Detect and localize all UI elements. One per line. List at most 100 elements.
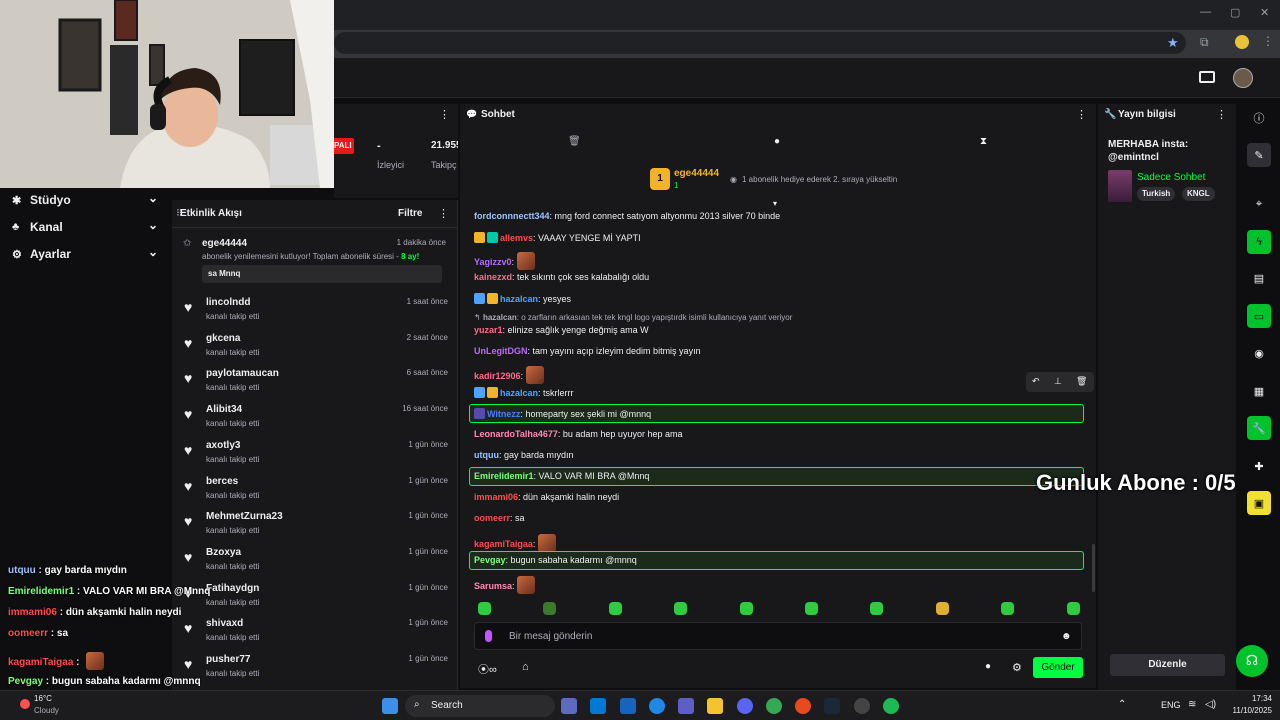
feed-menu-icon[interactable]: ⋮: [438, 207, 449, 220]
chat-message[interactable]: oomeerr: sa: [474, 513, 1084, 523]
feed-follow-row[interactable]: ♥ axotly3 kanalı takip etti 1 gün önce: [182, 437, 452, 471]
steam-icon[interactable]: [824, 698, 840, 714]
edit-button[interactable]: Düzenle: [1110, 654, 1225, 676]
minimize-button[interactable]: —: [1200, 6, 1211, 18]
wifi-icon[interactable]: ≋: [1188, 699, 1196, 710]
chat-menu-icon[interactable]: ⋮: [1076, 108, 1087, 121]
discord-icon[interactable]: [737, 698, 753, 714]
points-icon[interactable]: ⦿∞: [478, 661, 497, 677]
address-bar[interactable]: [334, 32, 1186, 54]
chat-message[interactable]: Witnezz: homeparty sex şekli mi @mnnq: [474, 408, 1084, 419]
chat-message[interactable]: allemvs: VAAAY YENGE Mİ YAPTI: [474, 232, 1084, 243]
chat-username[interactable]: kadir12906: [474, 371, 521, 381]
support-icon[interactable]: ☊: [1236, 645, 1268, 677]
chat-message[interactable]: Yagizzv0:: [474, 252, 1084, 270]
volume-icon[interactable]: ◁): [1205, 699, 1216, 710]
quick-emote-icon[interactable]: [1001, 602, 1015, 615]
chrome-icon[interactable]: [766, 698, 782, 714]
document-icon[interactable]: ▤: [1247, 266, 1271, 290]
edge-icon[interactable]: [649, 698, 665, 714]
chat-username[interactable]: utquu: [474, 450, 499, 460]
quick-emote-icon[interactable]: [543, 602, 557, 615]
chat-message[interactable]: kadir12906:: [474, 366, 1084, 384]
clip-icon[interactable]: ▣: [1247, 491, 1271, 515]
bookmark-star-icon[interactable]: ★: [1167, 35, 1179, 51]
chat-message[interactable]: kainezxd: tek sıkıntı çok ses kalabalığı…: [474, 272, 1084, 282]
quick-emote-icon[interactable]: [608, 602, 622, 615]
clock-time[interactable]: 17:34: [1226, 694, 1272, 703]
widgets-icon[interactable]: [561, 698, 577, 714]
feed-follow-row[interactable]: ♥ MehmetZurna23 kanalı takip etti 1 gün önc…: [182, 508, 452, 542]
chat-username[interactable]: hazalcan: [500, 294, 538, 304]
quick-emote-icon[interactable]: [935, 602, 949, 615]
microphone-icon[interactable]: [485, 630, 492, 642]
outlook-icon[interactable]: [620, 698, 636, 714]
chat-username[interactable]: yuzar1: [474, 325, 503, 335]
stats-menu-icon[interactable]: ⋮: [439, 108, 450, 121]
pin-icon[interactable]: ⊥: [1054, 376, 1062, 387]
tag-pill[interactable]: KNGL: [1182, 187, 1215, 201]
chat-username[interactable]: Yagizzv0: [474, 257, 512, 267]
chat-username[interactable]: fordconnnectt344: [474, 211, 550, 221]
clock-date[interactable]: 11/10/2025: [1226, 706, 1272, 715]
chat-username[interactable]: Witnezz: [487, 409, 520, 419]
pencil-icon[interactable]: ✎: [1247, 143, 1271, 167]
feed-follow-row[interactable]: ♥ lincolndd kanalı takip etti 1 saat önce: [182, 294, 452, 328]
chat-username[interactable]: oomeerr: [474, 513, 510, 523]
profile-avatar[interactable]: [1235, 35, 1249, 49]
quick-emote-icon[interactable]: [739, 602, 753, 615]
chat-message[interactable]: Sarumsa:: [474, 576, 1084, 594]
chat-message[interactable]: UnLegitDGN: tam yayını açıp izleyim dedi…: [474, 346, 1084, 356]
feed-follow-row[interactable]: ♥ berces kanalı takip etti 1 gün önce: [182, 473, 452, 507]
windows-start-icon[interactable]: [382, 698, 398, 714]
creator-mode-icon[interactable]: [1199, 71, 1215, 83]
taskbar-search[interactable]: ⌕ Search: [405, 695, 555, 717]
store-app-icon[interactable]: [590, 698, 606, 714]
chat-message[interactable]: Pevgay: bugun sabaha kadarmı @mnnq: [474, 555, 1084, 565]
extensions-icon[interactable]: ⧉: [1200, 35, 1209, 50]
nav-studio[interactable]: ✱ Stüdyo ⌄: [12, 188, 162, 212]
feed-follow-row[interactable]: ♥ gkcena kanalı takip etti 2 saat önce: [182, 330, 452, 364]
teams-icon[interactable]: [678, 698, 694, 714]
chat-message[interactable]: yuzar1: elinize sağlık yenge değmiş ama …: [474, 325, 1084, 335]
store-icon[interactable]: ⌂: [522, 661, 529, 673]
emoji-icon[interactable]: ☻: [1061, 631, 1072, 642]
chat-icon[interactable]: ▭: [1247, 304, 1271, 328]
weather-temp[interactable]: 16°C: [34, 694, 52, 703]
file-explorer-icon[interactable]: [707, 698, 723, 714]
category-name[interactable]: Sadece Sohbet: [1137, 172, 1205, 183]
chat-message[interactable]: LeonardoTalha4677: bu adam hep uyuyor he…: [474, 429, 1084, 439]
quick-emote-icon[interactable]: [478, 602, 491, 615]
chat-username[interactable]: Sarumsa: [474, 581, 512, 591]
wrench-icon[interactable]: 🔧: [1247, 416, 1271, 440]
videos-icon[interactable]: ▦: [1247, 379, 1271, 403]
quick-emote-icon[interactable]: [805, 602, 818, 615]
lightning-icon[interactable]: ϟ: [1247, 230, 1271, 254]
close-button[interactable]: ✕: [1260, 6, 1269, 19]
maximize-button[interactable]: ▢: [1230, 6, 1240, 19]
chat-username[interactable]: hazalcan: [483, 313, 517, 322]
quick-emote-icon[interactable]: [674, 602, 688, 615]
delete-icon[interactable]: 🗑: [1076, 376, 1087, 387]
chat-message[interactable]: kagamiTaigaa:: [474, 534, 1084, 552]
chat-username[interactable]: Emirelidemir1: [474, 471, 534, 481]
chat-message[interactable]: hazalcan: yesyes: [474, 293, 1084, 304]
obs-icon[interactable]: [854, 698, 870, 714]
add-panel-icon[interactable]: ✚: [1247, 454, 1271, 478]
chat-message[interactable]: utquu: gay barda mıydın: [474, 450, 1084, 460]
language-indicator[interactable]: ENG: [1161, 700, 1181, 710]
chat-username[interactable]: kainezxd: [474, 272, 512, 282]
info-menu-icon[interactable]: ⋮: [1216, 108, 1227, 121]
nav-settings[interactable]: ⚙ Ayarlar ⌄: [12, 242, 162, 266]
feed-sub-event[interactable]: ✩ ege44444 1 dakika önce abonelik yenile…: [180, 232, 450, 288]
feed-follow-row[interactable]: ♥ pusher77 kanalı takip etti 1 gün önce: [182, 651, 452, 685]
chat-username[interactable]: UnLegitDGN: [474, 346, 528, 356]
chat-username[interactable]: Pevgay: [474, 555, 506, 565]
chat-message[interactable]: hazalcan: tskrlerrr: [474, 387, 1084, 398]
tray-chevron-icon[interactable]: ⌃: [1118, 699, 1126, 710]
spotify-icon[interactable]: [883, 698, 899, 714]
feed-follow-row[interactable]: ♥ Bzoxya kanalı takip etti 1 gün önce: [182, 544, 452, 578]
user-avatar[interactable]: [1233, 68, 1253, 88]
info-icon[interactable]: ⓘ: [1247, 106, 1271, 130]
trash-icon[interactable]: 🗑: [568, 136, 581, 147]
